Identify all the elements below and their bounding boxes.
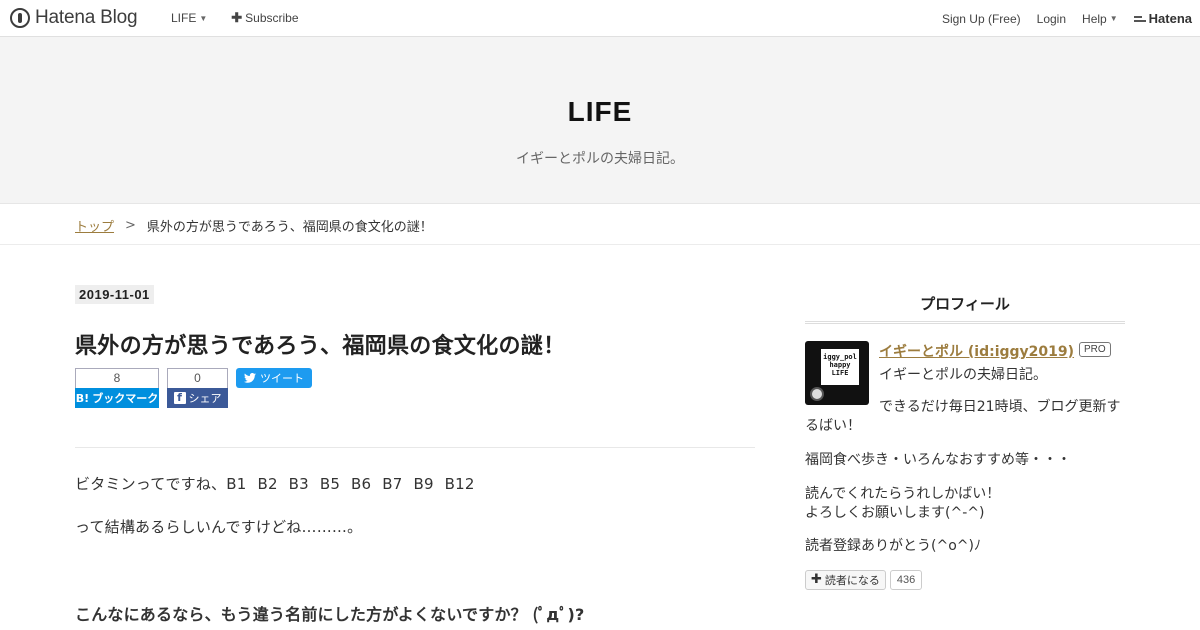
tweet-button[interactable]: ツイート [236,368,312,388]
breadcrumb: トップ > 県外の方が思うであろう、福岡県の食文化の謎！ [75,216,433,235]
logo-text: Hatena Blog [35,7,138,28]
caret-down-icon: ▼ [199,13,208,23]
login-link[interactable]: Login [1037,12,1066,26]
hatena-bookmark-icon: B! [75,391,90,405]
hatena-brand-icon [1133,15,1146,23]
profile-description: 福岡食べ歩き・いろんなおすすめ等・・・ [805,452,1071,468]
profile-description: できるだけ毎日21時頃、ブログ更新するばい！ [805,399,1121,434]
help-label: Help [1082,11,1107,26]
become-reader-label: 読者になる [824,574,880,587]
profile-name-link[interactable]: イギーとポル (id:iggy2019) [879,341,1074,361]
hatena-brand-label: Hatena [1148,11,1192,26]
entry-divider [75,447,755,448]
plus-icon: ✚ [231,10,243,25]
twitter-bird-icon [244,373,256,383]
subscribe-label: Subscribe [245,11,299,25]
facebook-icon: f [173,392,186,404]
signup-link[interactable]: Sign Up (Free) [942,12,1021,26]
facebook-share-count: 0 [167,368,228,388]
reader-subscribe-row: ✚ 読者になる 436 [805,570,923,590]
caret-down-icon: ▼ [1109,14,1118,23]
hatena-bookmark-button[interactable]: 8 B! ブックマーク [75,368,159,408]
hatena-blog-logo[interactable]: Hatena Blog [10,7,138,29]
hatena-bookmark-count: 8 [75,368,159,388]
tweet-label: ツイート [260,372,304,385]
reader-count[interactable]: 436 [889,570,923,590]
help-dropdown[interactable]: Help ▼ [1082,12,1118,26]
hatena-blog-logo-icon [10,8,30,28]
facebook-share-button[interactable]: 0 f シェア [167,368,228,408]
breadcrumb-top-link[interactable]: トップ [75,216,114,235]
avatar-logo-text: iggy_pol happy LIFE [821,349,859,385]
hatena-bookmark-label: ブックマーク [92,392,159,405]
global-header: Hatena Blog LIFE ▼ ✚ Subscribe Sign Up (… [0,0,1200,37]
profile-description: 読者登録ありがとう(^o^)ﾉ [805,538,981,554]
blog-title[interactable]: LIFE [0,96,1200,128]
hatena-brand-link[interactable]: Hatena [1133,11,1192,26]
entry-date[interactable]: 2019-11-01 [75,285,154,304]
subscribe-button[interactable]: ✚ Subscribe [231,11,298,25]
sidebar-profile-title: プロフィール [920,295,1010,313]
entry-title[interactable]: 県外の方が思うであろう、福岡県の食文化の謎！ [75,328,565,360]
profile-description: 読んでくれたらうれしかばい！ よろしくお願いします(^-^) [805,486,1001,521]
blog-menu-label: LIFE [171,11,197,25]
facebook-share-label: シェア [188,392,222,405]
become-reader-button[interactable]: ✚ 読者になる [805,570,886,590]
blog-header: LIFE イギーとポルの夫婦日記。 [0,37,1200,204]
entry-paragraph: ビタミンってですね、B1 B2 B3 B5 B6 B7 B9 B12 [75,475,475,493]
breadcrumb-separator: > [125,218,136,233]
blog-menu-dropdown[interactable]: LIFE ▼ [171,11,207,25]
plus-icon: ✚ [811,572,822,587]
breadcrumb-current: 県外の方が思うであろう、福岡県の食文化の謎！ [146,220,433,235]
entry-paragraph: こんなにあるなら、もう違う名前にした方がよくないですか？ (ﾟдﾟ)? [75,605,585,624]
facebook-share-label-row: f シェア [167,388,228,408]
blog-description: イギーとポルの夫婦日記。 [516,151,684,167]
share-buttons: 8 B! ブックマーク 0 f シェア ツイート [75,368,312,408]
breadcrumb-bar: トップ > 県外の方が思うであろう、福岡県の食文化の謎！ [0,205,1200,245]
profile-avatar[interactable]: iggy_pol happy LIFE [805,341,869,405]
sidebar-title-rule [805,321,1125,324]
nav-right: Sign Up (Free) Login Help ▼ Hatena [942,11,1192,26]
pro-badge[interactable]: PRO [1079,342,1111,357]
profile-description: イギーとポルの夫婦日記。 [879,367,1047,383]
hatena-bookmark-label-row: B! ブックマーク [75,388,159,408]
entry-paragraph: って結構あるらしいんですけどね………。 [75,518,363,536]
nav-left: LIFE ▼ ✚ Subscribe [171,11,299,25]
